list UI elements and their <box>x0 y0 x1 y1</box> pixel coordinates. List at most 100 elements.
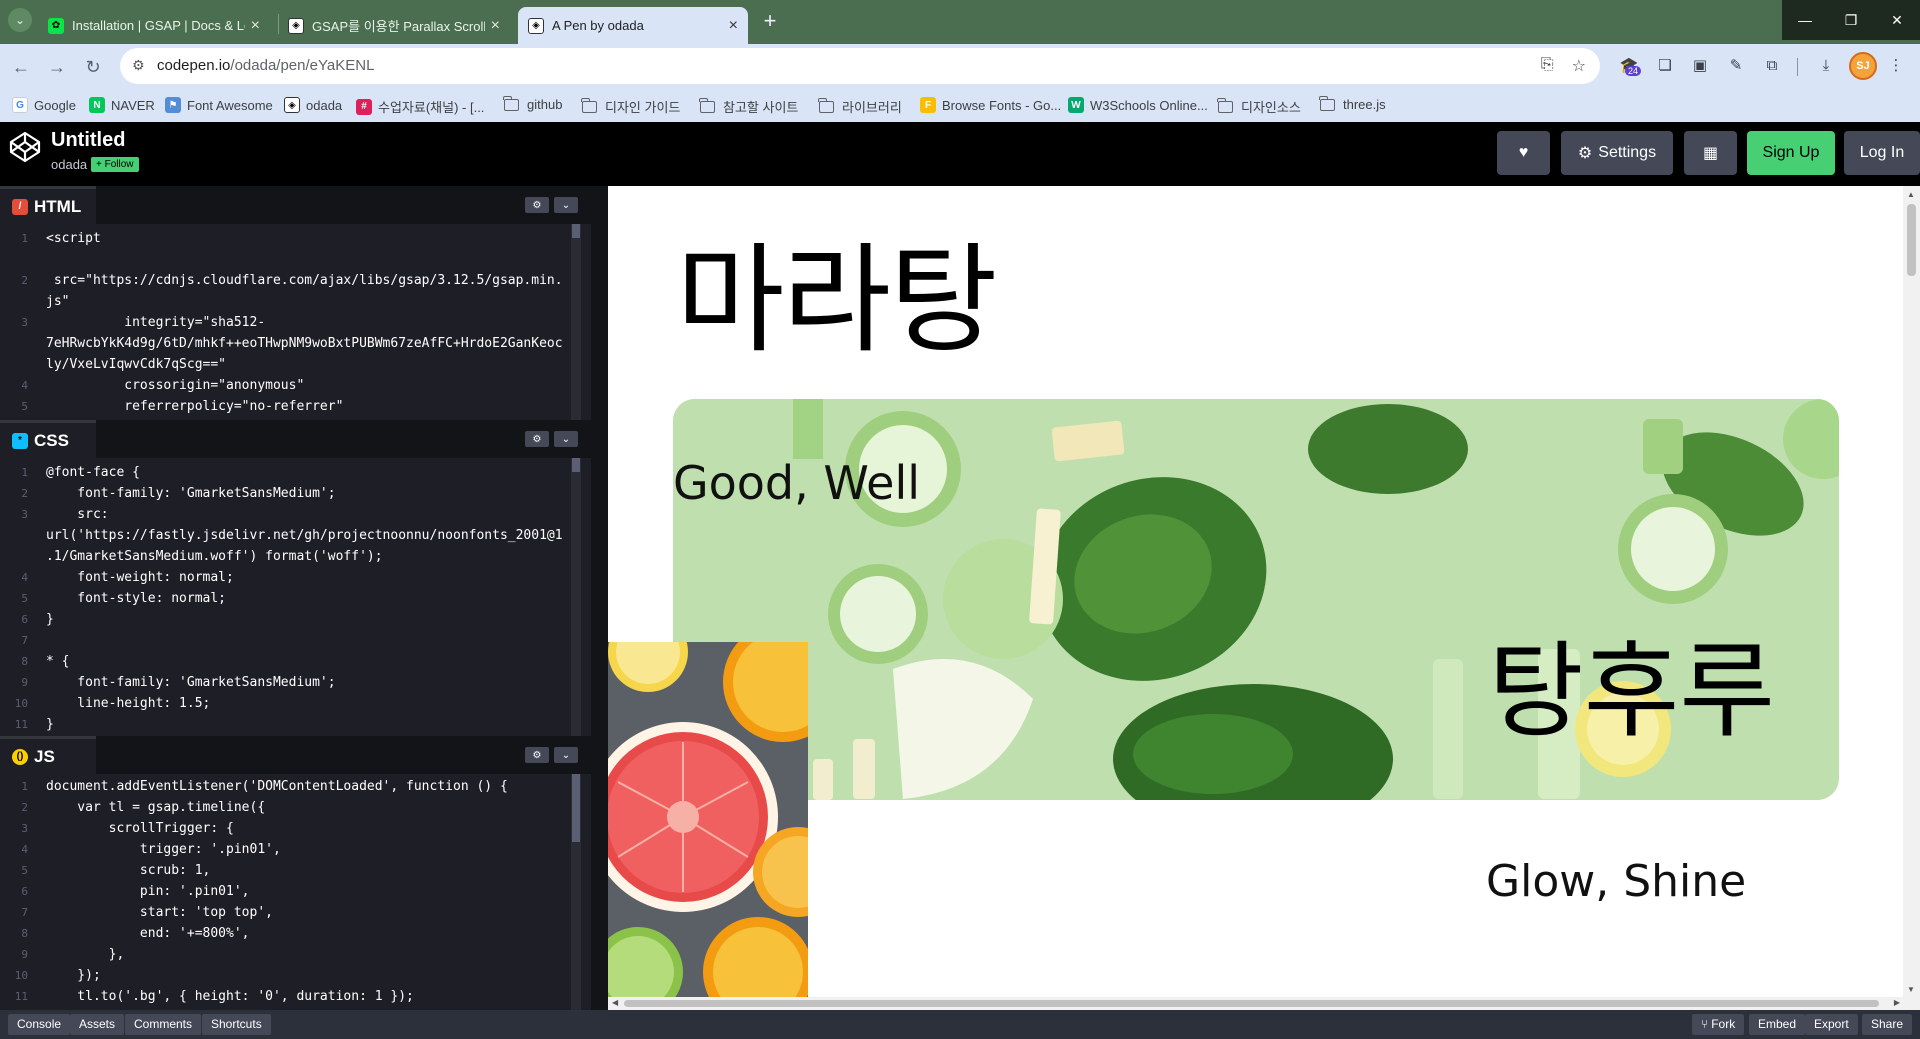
preview-hscroll-thumb[interactable] <box>624 1000 1879 1007</box>
editor-collapse-button[interactable]: ⌄ <box>554 431 578 447</box>
scroll-thumb[interactable] <box>572 224 580 238</box>
code-line: 4 font-weight: normal; <box>0 567 570 588</box>
bookmark-font-awesome[interactable]: ⚑ Font Awesome <box>165 97 273 113</box>
back-button[interactable]: ← <box>8 54 34 80</box>
code-text: referrerpolicy="no-referrer" <box>46 399 344 414</box>
editor-scrollbar[interactable] <box>571 224 581 420</box>
more-menu-icon[interactable]: ⋮ <box>1885 54 1907 76</box>
code-text: src: <box>46 507 109 522</box>
export-button[interactable]: Export <box>1805 1014 1858 1035</box>
heart-button[interactable]: ♥ <box>1497 131 1550 175</box>
pen-author[interactable]: odada <box>51 157 87 172</box>
browser-tab-active[interactable]: ◈ A Pen by odada × <box>518 7 748 44</box>
scroll-thumb[interactable] <box>572 458 580 472</box>
preview-scroll-thumb[interactable] <box>1907 204 1916 276</box>
code-line: js" <box>0 291 570 312</box>
browser-tab[interactable]: ✿ Installation | GSAP | Docs & Le × <box>38 7 270 44</box>
scroll-down-icon[interactable]: ▼ <box>1907 985 1915 994</box>
editor-settings-button[interactable]: ⚙ <box>525 197 549 213</box>
js-editor-tab[interactable]: () JS <box>0 736 96 774</box>
bookmark-folder-threejs[interactable]: three.js <box>1319 95 1386 112</box>
editor-settings-button[interactable]: ⚙ <box>525 431 549 447</box>
sign-up-button[interactable]: Sign Up <box>1747 131 1835 175</box>
bookmark-star-icon[interactable]: ☆ <box>1572 56 1586 76</box>
scroll-thumb[interactable] <box>572 774 580 842</box>
codepen-logo-icon[interactable] <box>8 130 42 164</box>
close-icon[interactable]: × <box>491 17 500 35</box>
preview-vertical-scrollbar[interactable]: ▲ ▼ <box>1903 186 1920 997</box>
editor-collapse-button[interactable]: ⌄ <box>554 197 578 213</box>
bookmark-folder-design-sources[interactable]: 디자인소스 <box>1217 97 1301 116</box>
bookmark-folder-libraries[interactable]: 라이브러리 <box>818 97 902 116</box>
code-text: trigger: '.pin01', <box>46 842 281 857</box>
extension-copy-icon[interactable]: ❏ <box>1654 54 1676 76</box>
forward-button[interactable]: → <box>44 54 70 80</box>
bookmark-google[interactable]: G Google <box>12 97 76 113</box>
shortcuts-button[interactable]: Shortcuts <box>202 1014 271 1035</box>
css-editor-tab[interactable]: * CSS <box>0 420 96 458</box>
follow-button[interactable]: + Follow <box>91 157 139 172</box>
bookmark-class-material[interactable]: # 수업자료(채널) - [... <box>356 97 484 116</box>
bookmark-folder-github[interactable]: github <box>503 95 562 112</box>
layout-button[interactable]: ▦ <box>1684 131 1737 175</box>
bookmark-google-fonts[interactable]: F Browse Fonts - Go... <box>920 97 1061 113</box>
code-line: 11} <box>0 714 570 735</box>
share-button[interactable]: Share <box>1862 1014 1913 1035</box>
code-line: 8 end: '+=800%', <box>0 923 570 944</box>
tab-search-button[interactable]: ⌄ <box>8 8 32 32</box>
editor-preview-resizer[interactable] <box>591 186 608 1010</box>
extensions-puzzle-icon[interactable]: ⧉ <box>1761 54 1783 76</box>
embed-button[interactable]: Embed <box>1749 1014 1806 1035</box>
editor-scrollbar[interactable] <box>571 458 581 736</box>
close-icon[interactable]: × <box>729 17 738 35</box>
preview-pane[interactable]: 마라탕 Good, Well 탕후루 Glow, Shine ▲ ▼ ◀ ▶ <box>608 186 1920 1010</box>
address-bar[interactable]: ⚙ codepen.io/odada/pen/eYaKENL ⎘ ☆ <box>120 48 1600 84</box>
minimize-button[interactable]: — <box>1782 0 1828 40</box>
html-editor-tab[interactable]: / HTML <box>0 186 96 224</box>
html-code-area[interactable]: 1 <script 2 src="https://cdnjs.cloudflare.… <box>0 224 591 420</box>
codepen-header: Untitled odada + Follow ♥ ⚙ Settings ▦ Si… <box>0 122 1920 186</box>
editor-label: JS <box>34 746 55 766</box>
settings-button[interactable]: ⚙ Settings <box>1561 131 1673 175</box>
bookmark-naver[interactable]: N NAVER <box>89 97 155 113</box>
fork-button[interactable]: ⑂ Fork <box>1692 1014 1745 1035</box>
editor-settings-button[interactable]: ⚙ <box>525 747 549 763</box>
extension-screen-icon[interactable]: ▣ <box>1689 54 1711 76</box>
bookmark-label: W3Schools Online... <box>1090 97 1208 113</box>
editor-collapse-button[interactable]: ⌄ <box>554 747 578 763</box>
gear-icon: ⚙ <box>532 199 542 211</box>
reload-button[interactable]: ↻ <box>80 54 106 80</box>
scroll-left-icon[interactable]: ◀ <box>612 998 618 1007</box>
downloads-icon[interactable]: ⤓ <box>1815 54 1837 76</box>
assets-button[interactable]: Assets <box>70 1014 125 1035</box>
restore-button[interactable]: ❐ <box>1828 0 1874 40</box>
js-code-area[interactable]: 1 document.addEventListener('DOMContentLo… <box>0 774 591 1010</box>
bookmark-label: 라이브러리 <box>842 100 902 115</box>
browser-tab[interactable]: ◈ GSAP를 이용한 Parallax Scrolli × <box>278 7 510 44</box>
log-in-button[interactable]: Log In <box>1844 131 1920 175</box>
scroll-right-icon[interactable]: ▶ <box>1894 998 1900 1007</box>
bookmark-folder-design-guide[interactable]: 디자인 가이드 <box>581 97 680 116</box>
bookmark-w3schools[interactable]: W W3Schools Online... <box>1068 97 1208 113</box>
toolbar-divider <box>1797 58 1798 76</box>
extension-eyedropper-icon[interactable]: ✎ <box>1725 54 1747 76</box>
new-tab-button[interactable]: + <box>758 8 782 34</box>
pen-title[interactable]: Untitled <box>51 129 125 152</box>
css-code-area[interactable]: 1 @font-face {2 font-family: 'GmarketSans… <box>0 458 591 736</box>
comments-button[interactable]: Comments <box>125 1014 202 1035</box>
close-window-button[interactable]: ✕ <box>1874 0 1920 40</box>
profile-avatar[interactable]: SJ <box>1849 52 1877 80</box>
scroll-up-icon[interactable]: ▲ <box>1907 190 1915 199</box>
preview-horizontal-scrollbar[interactable]: ◀ ▶ <box>608 997 1920 1010</box>
code-line: 1 @font-face { <box>0 462 570 483</box>
code-text: var tl = gsap.timeline({ <box>46 800 266 815</box>
gear-icon: ⚙ <box>532 433 542 445</box>
translate-icon[interactable]: ⎘ <box>1541 56 1554 76</box>
code-text: font-style: normal; <box>46 591 227 606</box>
site-info-icon[interactable]: ⚙ <box>132 57 145 74</box>
close-icon[interactable]: × <box>251 17 260 35</box>
console-button[interactable]: Console <box>8 1014 71 1035</box>
bookmark-folder-reference-sites[interactable]: 참고할 사이트 <box>699 97 798 116</box>
editor-scrollbar[interactable] <box>571 774 581 1010</box>
bookmark-odada[interactable]: ◈ odada <box>284 97 342 113</box>
